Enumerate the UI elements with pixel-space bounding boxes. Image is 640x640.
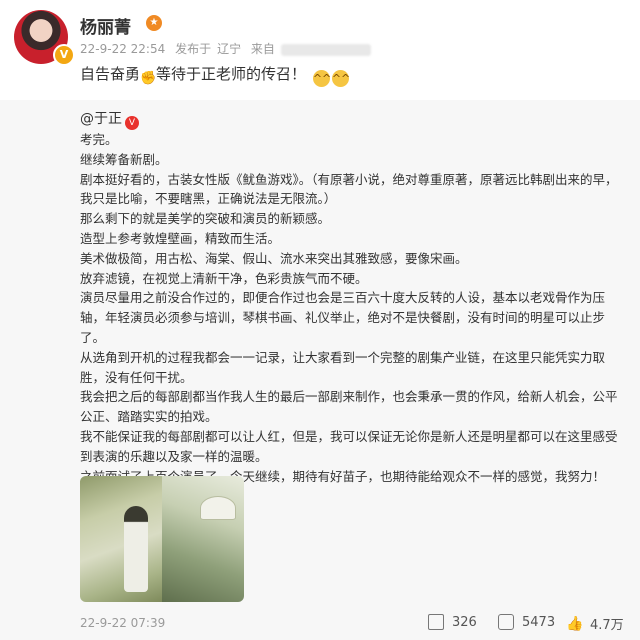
sweat-smile-emoji-icon: ^^	[331, 70, 351, 87]
post-image[interactable]	[80, 476, 244, 602]
comment-icon[interactable]	[498, 614, 514, 630]
image-right	[162, 476, 244, 602]
muscle-emoji-icon: ✊	[140, 71, 157, 86]
post-footer: 22-9-22 07:39 326 5473 👍 4.7万	[0, 605, 640, 640]
paragraph: 演员尽量用之前没合作过的，即便合作过也会是三百六十度大反转的人设，基本以老戏骨作…	[80, 290, 606, 345]
vip-badge-icon: V	[53, 44, 75, 66]
blurred-device	[280, 43, 371, 56]
comment-stat[interactable]: 5473	[498, 614, 555, 630]
share-count: 326	[452, 614, 477, 630]
comment-count: 5473	[522, 614, 556, 630]
repost-text-after: 等待于正老师的传召！	[156, 65, 307, 83]
repost-text-before: 自告奋勇	[80, 65, 141, 83]
paragraph: 从选角到开机的过程我都会一一记录，让大家看到一个完整的剧集产业链，在这里只能凭实…	[80, 349, 606, 385]
like-count: 4.7万	[590, 618, 624, 633]
parasol	[200, 496, 236, 520]
share-stat[interactable]: 326	[428, 614, 477, 630]
paragraph: 考完。	[80, 132, 118, 147]
costume-figure	[124, 506, 148, 592]
original-author-name[interactable]: @于正	[80, 111, 122, 127]
original-body: 考完。 继续筹备新剧。 剧本挺好看的，古装女性版《鱿鱼游戏》。（有原著小说，绝对…	[80, 130, 620, 486]
original-timestamp[interactable]: 22-9-22 07:39	[80, 616, 165, 630]
post-meta: 22-9-22 22:54 发布于 辽宁 来自	[80, 40, 377, 57]
repost-text: 自告奋勇✊等待于正老师的传召！ ^^^^	[80, 63, 351, 87]
post-timestamp[interactable]: 22-9-22 22:54	[80, 42, 165, 56]
username[interactable]: 杨丽菁	[80, 13, 131, 38]
paragraph: 继续筹备新剧。	[80, 151, 168, 167]
via-prefix: 来自	[250, 42, 275, 56]
paragraph: 我不能保证我的每部剧都可以让人红，但是，我可以保证无论你是新人还是明星都可以在这…	[80, 428, 618, 464]
paragraph: 剧本挺好看的，古装女性版《鱿鱼游戏》。（有原著小说，绝对尊重原著，原著远比韩剧出…	[80, 171, 618, 207]
verified-badge-icon: V	[125, 116, 139, 130]
paragraph: 放弃滤镜，在视觉上清新干净，色彩贵族气而不硬。	[80, 270, 368, 286]
paragraph: 美术做极简，用古松、海棠、假山、流水来突出其雅致感，要像宋画。	[80, 250, 468, 266]
location: 辽宁	[217, 42, 242, 56]
user-tag-icon: ★	[146, 15, 162, 31]
source-prefix: 发布于	[175, 42, 212, 56]
original-author[interactable]: @于正 V	[80, 108, 139, 130]
paragraph: 那么剩下的就是美学的突破和演员的新颖感。	[80, 211, 331, 227]
share-icon[interactable]	[428, 614, 444, 630]
image-left	[80, 476, 162, 602]
paragraph: 我会把之后的每部剧都当作我人生的最后一部剧来制作，也会秉承一贯的作风，给新人机会…	[80, 389, 618, 425]
like-stat[interactable]: 👍 4.7万	[566, 614, 624, 634]
paragraph: 造型上参考敦煌壁画，精致而生活。	[80, 230, 281, 246]
post-header: V 杨丽菁 ★ 22-9-22 22:54 发布于 辽宁 来自 自告奋勇✊等待于正…	[0, 0, 640, 100]
sweat-smile-emoji-icon: ^^	[312, 70, 332, 87]
like-icon[interactable]: 👍	[566, 616, 583, 632]
